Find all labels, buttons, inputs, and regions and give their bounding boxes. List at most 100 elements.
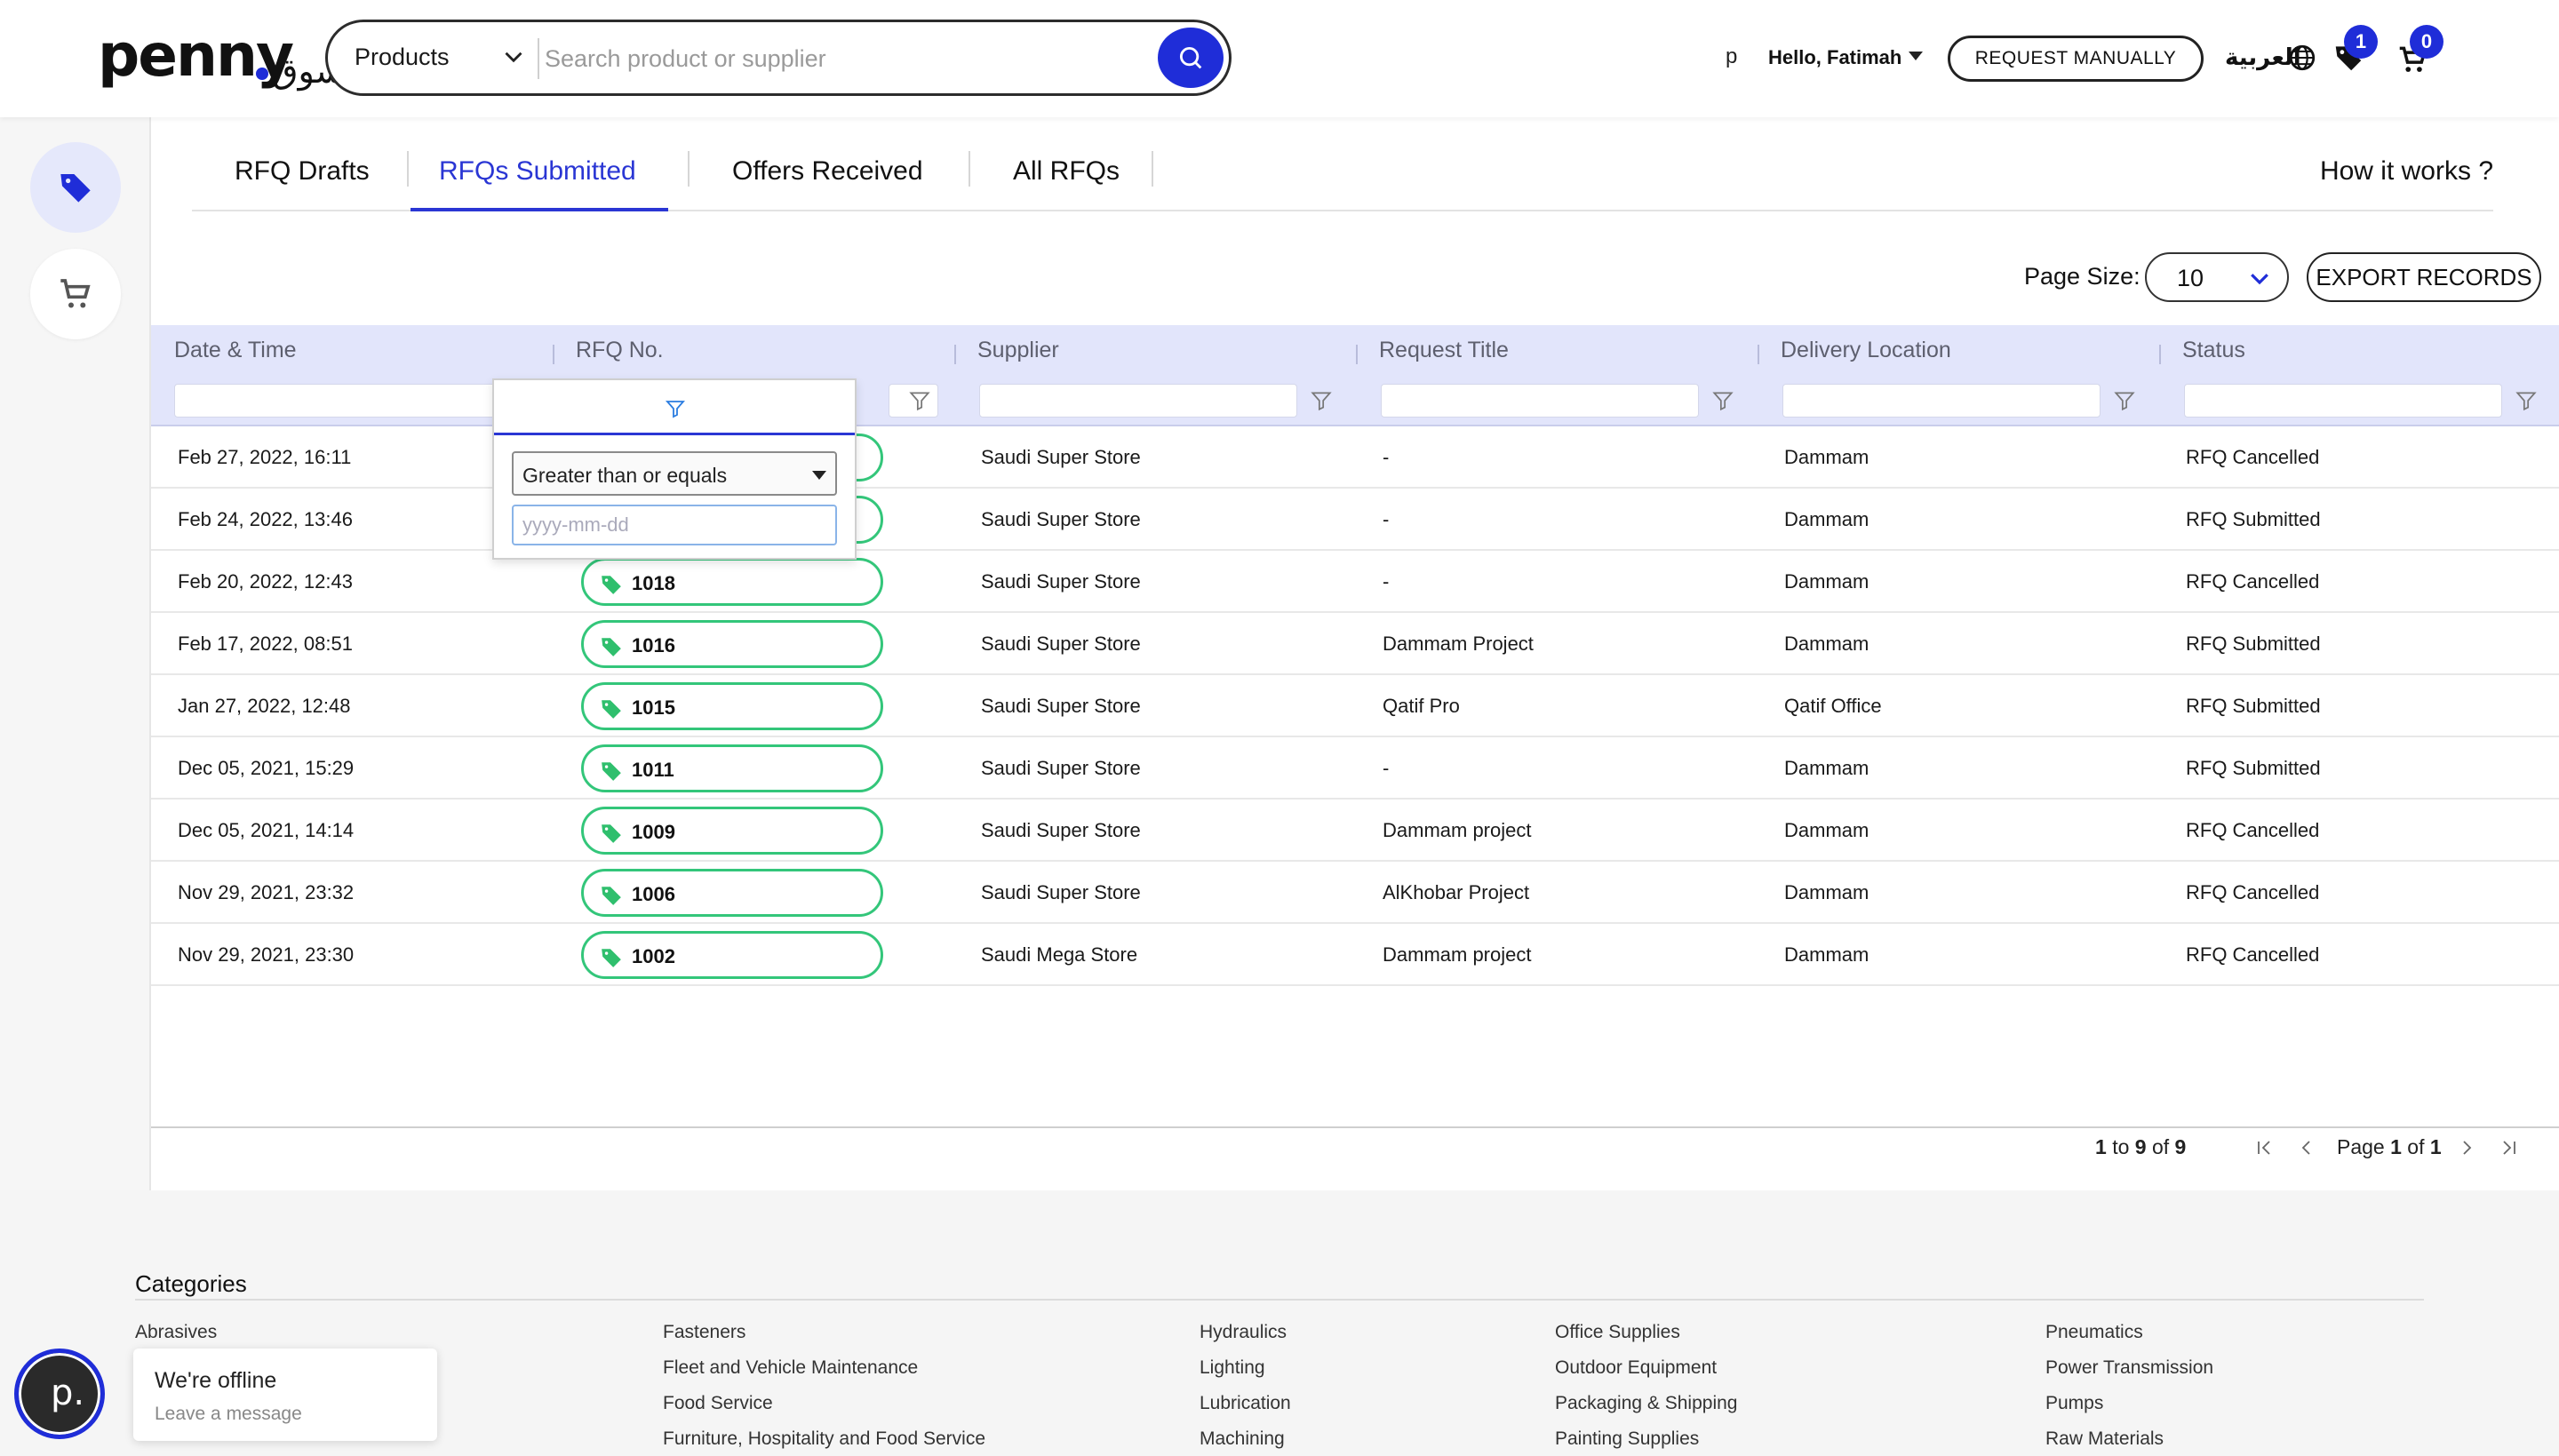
- table-row[interactable]: Jan 27, 2022, 12:48 1015 Saudi Super Sto…: [151, 675, 2559, 737]
- of-word: of: [2151, 1135, 2170, 1158]
- sidebar-cart-button[interactable]: [30, 249, 121, 339]
- table-row[interactable]: Dec 05, 2021, 15:29 1011 Saudi Super Sto…: [151, 737, 2559, 800]
- category-link[interactable]: Packaging & Shipping: [1555, 1393, 1737, 1414]
- tag-icon: [602, 576, 621, 594]
- column-header-date[interactable]: Date & Time: [174, 338, 297, 363]
- date-filter-input[interactable]: [174, 384, 530, 418]
- row-supplier: Saudi Super Store: [981, 881, 1141, 903]
- request-manually-button[interactable]: REQUEST MANUALLY: [1948, 36, 2204, 82]
- rfq-number-pill[interactable]: 1016: [581, 620, 883, 668]
- tab-all-rfqs[interactable]: All RFQs: [1013, 149, 1120, 211]
- request-title-filter-icon[interactable]: [1711, 389, 1734, 412]
- column-resize-handle[interactable]: [2159, 345, 2161, 364]
- page-size-select[interactable]: 10: [2145, 252, 2289, 302]
- column-header-rfq-no[interactable]: RFQ No.: [576, 338, 664, 363]
- column-header-supplier[interactable]: Supplier: [977, 338, 1059, 363]
- category-link[interactable]: Pneumatics: [2045, 1322, 2143, 1343]
- row-supplier: Saudi Super Store: [981, 570, 1141, 593]
- export-records-button[interactable]: EXPORT RECORDS: [2307, 252, 2541, 302]
- row-supplier: Saudi Super Store: [981, 633, 1141, 655]
- row-request-title: AlKhobar Project: [1383, 881, 1530, 903]
- tab-divider: [688, 151, 690, 187]
- cart-count-badge: 0: [2410, 25, 2443, 59]
- delivery-location-filter-icon[interactable]: [2113, 389, 2136, 412]
- rfq-number-pill[interactable]: 1011: [581, 744, 883, 792]
- category-link[interactable]: Lighting: [1200, 1357, 1265, 1379]
- table-row[interactable]: Dec 05, 2021, 14:14 1009 Saudi Super Sto…: [151, 800, 2559, 862]
- user-greeting[interactable]: Hello, Fatimah: [1768, 46, 1901, 69]
- category-link[interactable]: Raw Materials: [2045, 1428, 2164, 1450]
- filter-popup-tab[interactable]: [494, 380, 855, 435]
- tag-icon: [602, 638, 621, 656]
- table-row[interactable]: Nov 29, 2021, 23:32 1006 Saudi Super Sto…: [151, 862, 2559, 924]
- request-title-filter-input[interactable]: [1381, 384, 1699, 418]
- delivery-location-filter-input[interactable]: [1782, 384, 2101, 418]
- next-page-icon[interactable]: [2456, 1137, 2477, 1158]
- column-header-request-title[interactable]: Request Title: [1379, 338, 1509, 363]
- user-menu-caret-icon[interactable]: [1909, 52, 1923, 60]
- tag-icon: [602, 700, 621, 719]
- rfq-no-filter-icon[interactable]: [908, 389, 931, 412]
- row-request-title: -: [1383, 508, 1390, 530]
- category-link[interactable]: Power Transmission: [2045, 1357, 2213, 1379]
- filter-operator-select[interactable]: Greater than or equals: [512, 451, 837, 496]
- rfq-number-pill[interactable]: 1002: [581, 931, 883, 979]
- rfq-number-pill[interactable]: 1006: [581, 869, 883, 917]
- search-button[interactable]: [1158, 28, 1224, 88]
- column-resize-handle[interactable]: [1356, 345, 1358, 364]
- rfq-number-pill[interactable]: 1018: [581, 558, 883, 606]
- range-from: 1: [2095, 1135, 2107, 1158]
- column-resize-handle[interactable]: [553, 345, 554, 364]
- row-date: Feb 24, 2022, 13:46: [178, 508, 353, 530]
- category-link[interactable]: Abrasives: [135, 1322, 217, 1343]
- category-link[interactable]: Machining: [1200, 1428, 1285, 1450]
- rfq-number-pill[interactable]: 1009: [581, 807, 883, 855]
- category-link[interactable]: Fasteners: [663, 1322, 745, 1343]
- chevron-down-icon[interactable]: [498, 42, 529, 72]
- chat-offline-bubble[interactable]: We're offline Leave a message: [133, 1349, 437, 1441]
- page-indicator: Page 1 of 1: [2337, 1135, 2442, 1162]
- column-header-delivery-location[interactable]: Delivery Location: [1781, 338, 1951, 363]
- row-status: RFQ Cancelled: [2186, 446, 2320, 468]
- column-resize-handle[interactable]: [1758, 345, 1759, 364]
- filter-date-input[interactable]: [512, 505, 837, 545]
- tab-rfq-drafts[interactable]: RFQ Drafts: [235, 149, 370, 211]
- category-link[interactable]: Hydraulics: [1200, 1322, 1287, 1343]
- chat-launcher-button[interactable]: p.: [14, 1349, 105, 1439]
- cart-icon: [60, 279, 91, 308]
- last-page-icon[interactable]: [2499, 1137, 2520, 1158]
- sidebar-rfq-button[interactable]: [30, 142, 121, 233]
- tab-offers-received[interactable]: Offers Received: [732, 149, 923, 211]
- table-row[interactable]: Feb 20, 2022, 12:43 1018 Saudi Super Sto…: [151, 551, 2559, 613]
- globe-icon[interactable]: [2287, 43, 2317, 73]
- category-link[interactable]: Furniture, Hospitality and Food Service: [663, 1428, 985, 1450]
- table-row[interactable]: Nov 29, 2021, 23:30 1002 Saudi Mega Stor…: [151, 924, 2559, 986]
- search-category-select[interactable]: Products: [355, 44, 450, 71]
- category-link[interactable]: Pumps: [2045, 1393, 2103, 1414]
- status-filter-input[interactable]: [2184, 384, 2502, 418]
- row-date: Dec 05, 2021, 15:29: [178, 757, 355, 779]
- category-link[interactable]: Painting Supplies: [1555, 1428, 1699, 1450]
- row-status: RFQ Cancelled: [2186, 570, 2320, 593]
- column-header-status[interactable]: Status: [2182, 338, 2245, 363]
- category-link[interactable]: Outdoor Equipment: [1555, 1357, 1717, 1379]
- row-date: Feb 27, 2022, 16:11: [178, 446, 352, 468]
- table-row[interactable]: Feb 17, 2022, 08:51 1016 Saudi Super Sto…: [151, 613, 2559, 675]
- column-resize-handle[interactable]: [954, 345, 956, 364]
- search-input[interactable]: [545, 35, 1007, 83]
- supplier-filter-icon[interactable]: [1310, 389, 1333, 412]
- tab-rfqs-submitted[interactable]: RFQs Submitted: [411, 149, 668, 211]
- previous-page-icon[interactable]: [2296, 1137, 2317, 1158]
- rfq-number: 1018: [632, 572, 675, 594]
- row-delivery-location: Dammam: [1784, 757, 1869, 779]
- category-link[interactable]: Office Supplies: [1555, 1322, 1680, 1343]
- rfq-number-pill[interactable]: 1015: [581, 682, 883, 730]
- category-link[interactable]: Fleet and Vehicle Maintenance: [663, 1357, 918, 1379]
- category-link[interactable]: Food Service: [663, 1393, 773, 1414]
- row-status: RFQ Submitted: [2186, 508, 2321, 530]
- first-page-icon[interactable]: [2253, 1137, 2275, 1158]
- supplier-filter-input[interactable]: [979, 384, 1297, 418]
- how-it-works-link[interactable]: How it works ?: [2320, 156, 2493, 187]
- category-link[interactable]: Lubrication: [1200, 1393, 1291, 1414]
- status-filter-icon[interactable]: [2515, 389, 2538, 412]
